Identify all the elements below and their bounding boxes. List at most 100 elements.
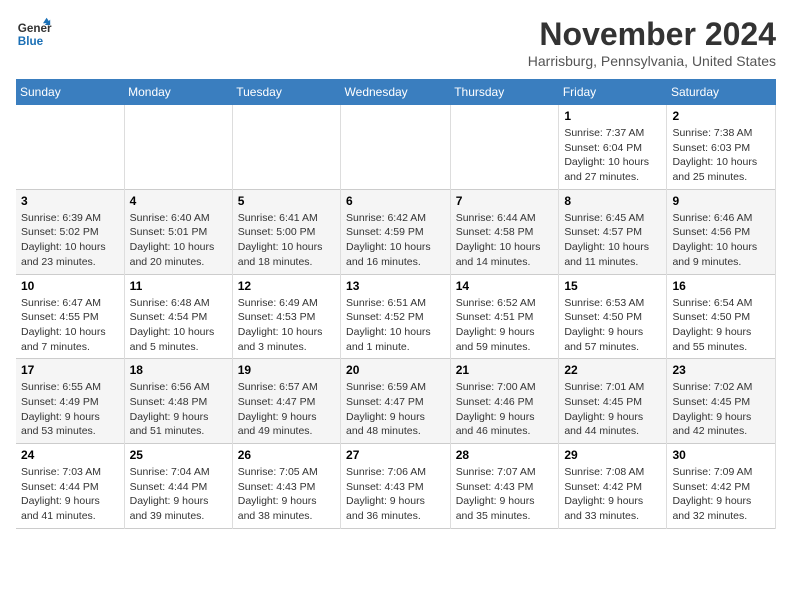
day-number: 27 xyxy=(346,448,445,462)
day-info: Sunrise: 6:44 AM Sunset: 4:58 PM Dayligh… xyxy=(456,211,554,270)
day-number: 6 xyxy=(346,194,445,208)
day-info: Sunrise: 6:47 AM Sunset: 4:55 PM Dayligh… xyxy=(21,296,119,355)
day-info: Sunrise: 6:53 AM Sunset: 4:50 PM Dayligh… xyxy=(564,296,661,355)
calendar-cell: 27 Sunrise: 7:06 AM Sunset: 4:43 PM Dayli… xyxy=(341,444,451,529)
calendar-cell: 13Sunrise: 6:51 AM Sunset: 4:52 PM Dayli… xyxy=(341,274,451,359)
day-header-thursday: Thursday xyxy=(450,79,559,105)
calendar-cell: 16 Sunrise: 6:54 AM Sunset: 4:50 PM Dayli… xyxy=(667,274,776,359)
svg-text:Blue: Blue xyxy=(18,35,44,48)
day-number: 26 xyxy=(238,448,335,462)
day-info: Sunrise: 7:03 AM Sunset: 4:44 PM Dayligh… xyxy=(21,465,119,524)
calendar-cell: 28 Sunrise: 7:07 AM Sunset: 4:43 PM Dayli… xyxy=(450,444,559,529)
calendar-cell xyxy=(450,105,559,189)
day-number: 4 xyxy=(130,194,227,208)
calendar-cell xyxy=(124,105,232,189)
calendar-cell: 29 Sunrise: 7:08 AM Sunset: 4:42 PM Dayli… xyxy=(559,444,667,529)
calendar-cell: 17 Sunrise: 6:55 AM Sunset: 4:49 PM Dayli… xyxy=(16,359,124,444)
day-number: 18 xyxy=(130,363,227,377)
location: Harrisburg, Pennsylvania, United States xyxy=(528,53,776,69)
day-info: Sunrise: 6:55 AM Sunset: 4:49 PM Dayligh… xyxy=(21,380,119,439)
day-info: Sunrise: 6:54 AM Sunset: 4:50 PM Dayligh… xyxy=(672,296,770,355)
day-number: 9 xyxy=(672,194,770,208)
day-number: 25 xyxy=(130,448,227,462)
calendar-cell: 10 Sunrise: 6:47 AM Sunset: 4:55 PM Dayli… xyxy=(16,274,124,359)
day-number: 22 xyxy=(564,363,661,377)
header: General Blue November 2024 Harrisburg, P… xyxy=(16,16,776,69)
day-number: 24 xyxy=(21,448,119,462)
calendar-cell xyxy=(341,105,451,189)
week-row-2: 10 Sunrise: 6:47 AM Sunset: 4:55 PM Dayli… xyxy=(16,274,776,359)
calendar-cell: 7 Sunrise: 6:44 AM Sunset: 4:58 PM Daylig… xyxy=(450,189,559,274)
day-number: 19 xyxy=(238,363,335,377)
day-info: Sunrise: 6:52 AM Sunset: 4:51 PM Dayligh… xyxy=(456,296,554,355)
day-number: 23 xyxy=(672,363,770,377)
day-number: 21 xyxy=(456,363,554,377)
day-info: Sunrise: 6:46 AM Sunset: 4:56 PM Dayligh… xyxy=(672,211,770,270)
day-info: Sunrise: 7:04 AM Sunset: 4:44 PM Dayligh… xyxy=(130,465,227,524)
calendar-cell: 5Sunrise: 6:41 AM Sunset: 5:00 PM Daylig… xyxy=(232,189,340,274)
calendar-cell: 26 Sunrise: 7:05 AM Sunset: 4:43 PM Dayli… xyxy=(232,444,340,529)
day-header-tuesday: Tuesday xyxy=(232,79,340,105)
day-number: 29 xyxy=(564,448,661,462)
day-info: Sunrise: 6:39 AM Sunset: 5:02 PM Dayligh… xyxy=(21,211,119,270)
calendar-cell: 6 Sunrise: 6:42 AM Sunset: 4:59 PM Daylig… xyxy=(341,189,451,274)
day-info: Sunrise: 6:57 AM Sunset: 4:47 PM Dayligh… xyxy=(238,380,335,439)
day-info: Sunrise: 6:51 AM Sunset: 4:52 PM Dayligh… xyxy=(346,296,445,355)
day-info: Sunrise: 6:56 AM Sunset: 4:48 PM Dayligh… xyxy=(130,380,227,439)
day-info: Sunrise: 7:00 AM Sunset: 4:46 PM Dayligh… xyxy=(456,380,554,439)
day-header-wednesday: Wednesday xyxy=(341,79,451,105)
calendar-cell: 24 Sunrise: 7:03 AM Sunset: 4:44 PM Dayli… xyxy=(16,444,124,529)
day-info: Sunrise: 6:48 AM Sunset: 4:54 PM Dayligh… xyxy=(130,296,227,355)
calendar-cell: 19 Sunrise: 6:57 AM Sunset: 4:47 PM Dayli… xyxy=(232,359,340,444)
day-number: 1 xyxy=(564,109,661,123)
calendar-cell: 14 Sunrise: 6:52 AM Sunset: 4:51 PM Dayli… xyxy=(450,274,559,359)
week-row-1: 3 Sunrise: 6:39 AM Sunset: 5:02 PM Daylig… xyxy=(16,189,776,274)
calendar-cell: 11 Sunrise: 6:48 AM Sunset: 4:54 PM Dayli… xyxy=(124,274,232,359)
day-info: Sunrise: 6:49 AM Sunset: 4:53 PM Dayligh… xyxy=(238,296,335,355)
day-number: 14 xyxy=(456,279,554,293)
day-info: Sunrise: 7:05 AM Sunset: 4:43 PM Dayligh… xyxy=(238,465,335,524)
day-number: 8 xyxy=(564,194,661,208)
day-header-monday: Monday xyxy=(124,79,232,105)
day-number: 7 xyxy=(456,194,554,208)
day-number: 10 xyxy=(21,279,119,293)
header-row: SundayMondayTuesdayWednesdayThursdayFrid… xyxy=(16,79,776,105)
day-number: 20 xyxy=(346,363,445,377)
week-row-4: 24 Sunrise: 7:03 AM Sunset: 4:44 PM Dayli… xyxy=(16,444,776,529)
calendar-cell: 23Sunrise: 7:02 AM Sunset: 4:45 PM Dayli… xyxy=(667,359,776,444)
day-info: Sunrise: 6:45 AM Sunset: 4:57 PM Dayligh… xyxy=(564,211,661,270)
day-number: 17 xyxy=(21,363,119,377)
calendar-cell xyxy=(232,105,340,189)
day-header-sunday: Sunday xyxy=(16,79,124,105)
title-area: November 2024 Harrisburg, Pennsylvania, … xyxy=(528,16,776,69)
calendar-table: SundayMondayTuesdayWednesdayThursdayFrid… xyxy=(16,79,776,529)
calendar-cell: 30 Sunrise: 7:09 AM Sunset: 4:42 PM Dayli… xyxy=(667,444,776,529)
calendar-cell xyxy=(16,105,124,189)
week-row-3: 17 Sunrise: 6:55 AM Sunset: 4:49 PM Dayli… xyxy=(16,359,776,444)
day-info: Sunrise: 6:42 AM Sunset: 4:59 PM Dayligh… xyxy=(346,211,445,270)
day-info: Sunrise: 6:41 AM Sunset: 5:00 PM Dayligh… xyxy=(238,211,335,270)
day-number: 3 xyxy=(21,194,119,208)
day-number: 11 xyxy=(130,279,227,293)
day-info: Sunrise: 7:09 AM Sunset: 4:42 PM Dayligh… xyxy=(672,465,770,524)
calendar-cell: 3 Sunrise: 6:39 AM Sunset: 5:02 PM Daylig… xyxy=(16,189,124,274)
calendar-cell: 12Sunrise: 6:49 AM Sunset: 4:53 PM Dayli… xyxy=(232,274,340,359)
day-info: Sunrise: 7:07 AM Sunset: 4:43 PM Dayligh… xyxy=(456,465,554,524)
day-info: Sunrise: 6:59 AM Sunset: 4:47 PM Dayligh… xyxy=(346,380,445,439)
day-header-friday: Friday xyxy=(559,79,667,105)
day-number: 28 xyxy=(456,448,554,462)
day-info: Sunrise: 7:37 AM Sunset: 6:04 PM Dayligh… xyxy=(564,126,661,185)
calendar-cell: 4 Sunrise: 6:40 AM Sunset: 5:01 PM Daylig… xyxy=(124,189,232,274)
day-info: Sunrise: 6:40 AM Sunset: 5:01 PM Dayligh… xyxy=(130,211,227,270)
day-info: Sunrise: 7:06 AM Sunset: 4:43 PM Dayligh… xyxy=(346,465,445,524)
day-number: 16 xyxy=(672,279,770,293)
calendar-cell: 22Sunrise: 7:01 AM Sunset: 4:45 PM Dayli… xyxy=(559,359,667,444)
month-title: November 2024 xyxy=(528,16,776,53)
day-number: 30 xyxy=(672,448,770,462)
calendar-cell: 2Sunrise: 7:38 AM Sunset: 6:03 PM Daylig… xyxy=(667,105,776,189)
day-header-saturday: Saturday xyxy=(667,79,776,105)
day-info: Sunrise: 7:08 AM Sunset: 4:42 PM Dayligh… xyxy=(564,465,661,524)
calendar-cell: 21 Sunrise: 7:00 AM Sunset: 4:46 PM Dayli… xyxy=(450,359,559,444)
week-row-0: 1 Sunrise: 7:37 AM Sunset: 6:04 PM Daylig… xyxy=(16,105,776,189)
logo: General Blue xyxy=(16,16,52,52)
